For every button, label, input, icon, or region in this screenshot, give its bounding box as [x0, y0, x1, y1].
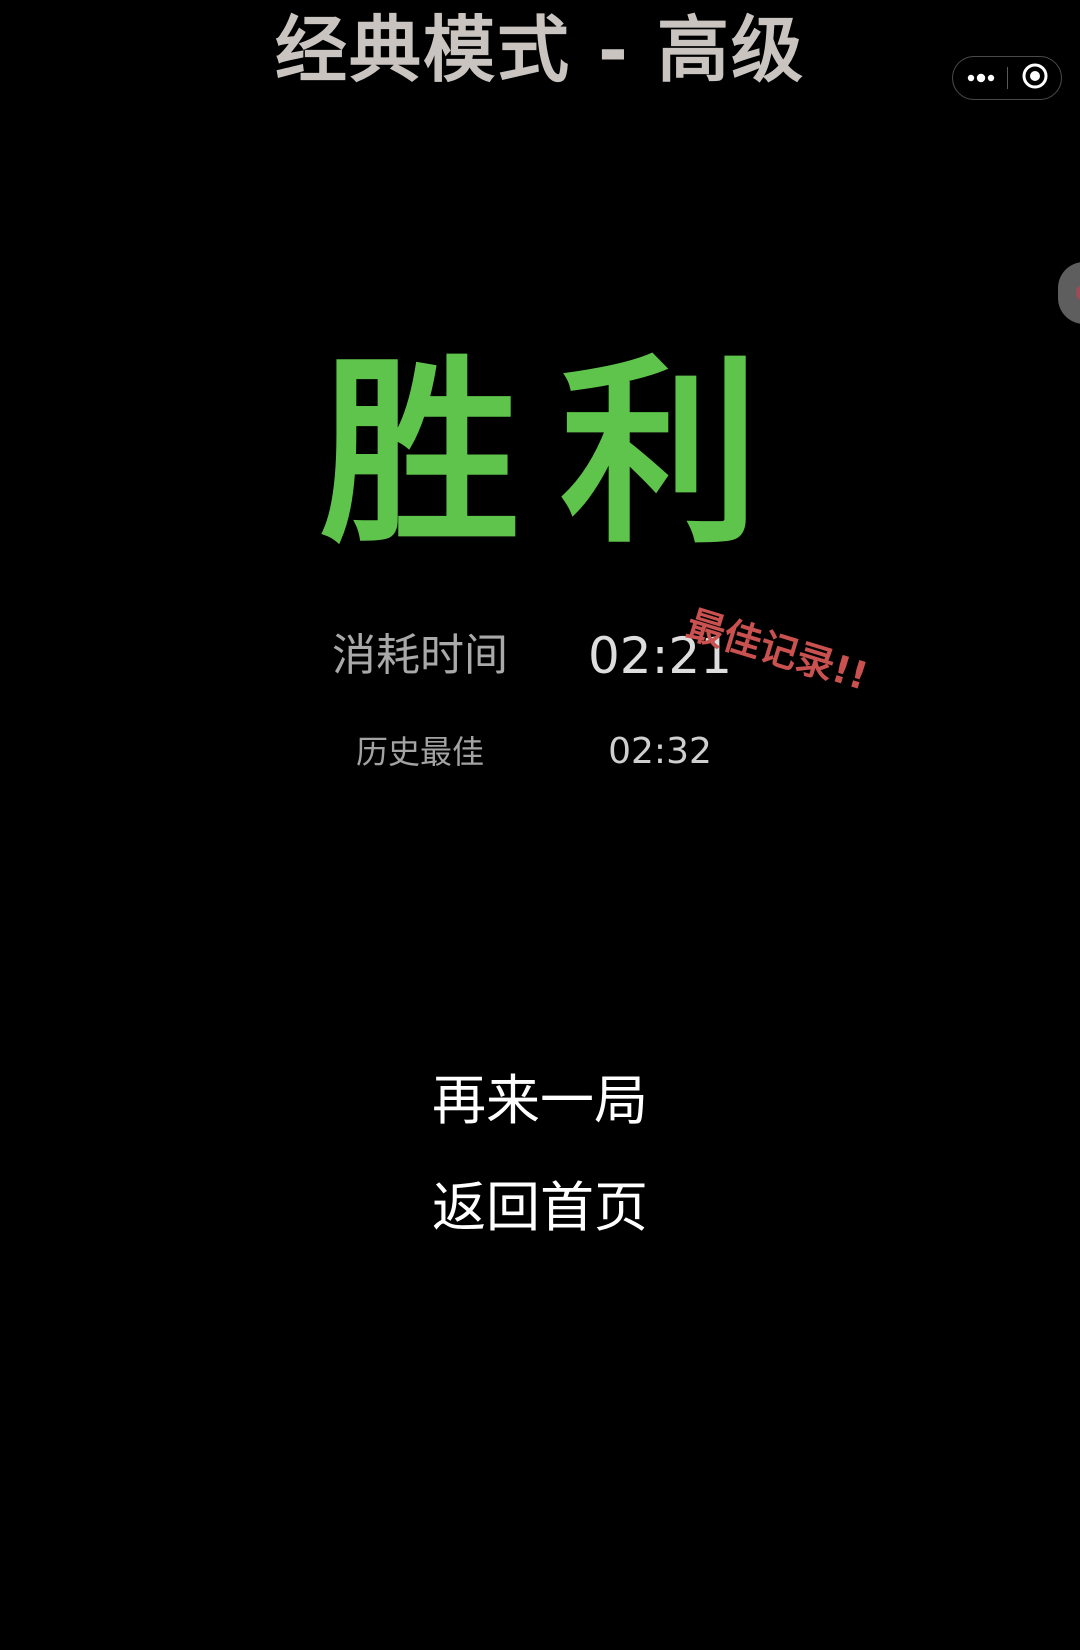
best-time-value: 02:32 — [608, 731, 712, 772]
page-title: 经典模式 - 高级 — [274, 8, 806, 92]
floating-side-handle[interactable] — [1058, 262, 1080, 324]
handle-dot-icon — [1076, 286, 1080, 300]
more-button[interactable] — [953, 57, 1008, 98]
mini-program-capsule — [952, 56, 1062, 100]
play-again-button[interactable]: 再来一局 — [0, 1068, 1080, 1134]
victory-headline: 胜利 — [319, 338, 800, 571]
back-home-button[interactable]: 返回首页 — [0, 1175, 1080, 1241]
elapsed-time-label: 消耗时间 — [332, 630, 508, 681]
target-circle-icon — [1021, 62, 1049, 94]
more-dots-icon — [967, 68, 995, 87]
best-time-label: 历史最佳 — [355, 733, 484, 771]
close-button[interactable] — [1008, 57, 1061, 98]
